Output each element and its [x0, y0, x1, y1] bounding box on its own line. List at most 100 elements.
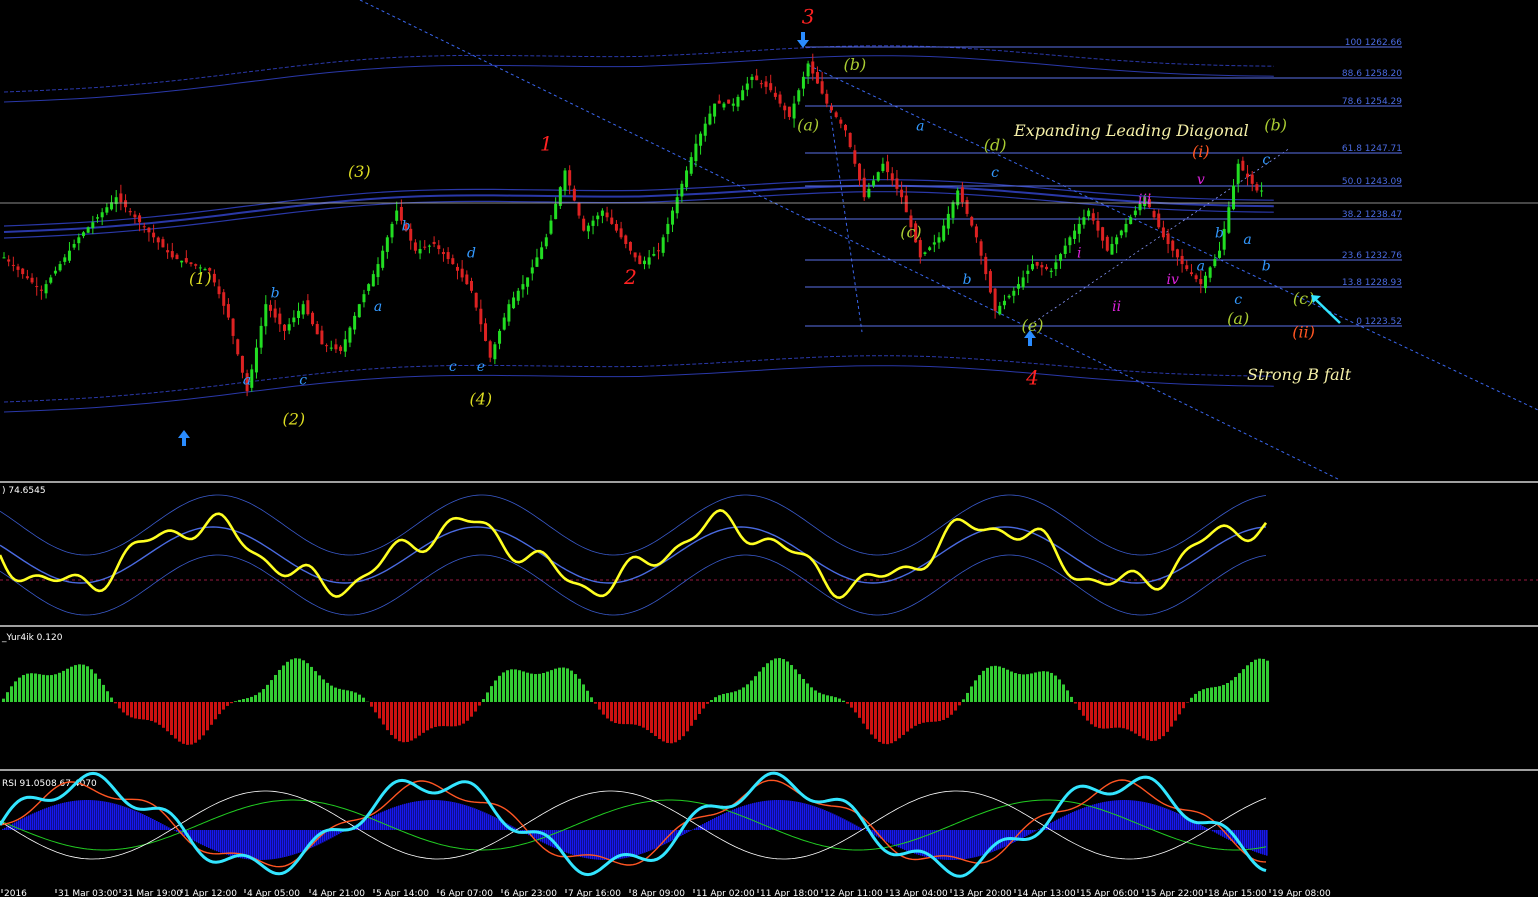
candle-body [600, 210, 604, 216]
rsi-hist-bar [568, 830, 570, 854]
hist-bar [146, 702, 149, 721]
rsi-hist-bar [208, 830, 210, 848]
rsi-hist-bar [740, 806, 742, 830]
hist-bar [1174, 702, 1177, 721]
candle-body [1026, 270, 1030, 274]
hist-bar [930, 702, 933, 722]
rsi-hist-bar [834, 814, 836, 830]
rsi-hist-bar [780, 800, 782, 830]
rsi-hist-bar [142, 814, 144, 830]
hist-bar [390, 702, 393, 736]
hist-bar [646, 702, 649, 731]
hist-bar [174, 702, 177, 739]
hist-bar [738, 689, 741, 702]
candle-body [586, 225, 590, 232]
hist-bar [470, 702, 473, 717]
hist-bar [130, 702, 133, 718]
hist-bar [1082, 702, 1085, 716]
hist-bar [1258, 658, 1261, 702]
candle-body [7, 259, 11, 262]
candle-body [184, 258, 188, 263]
hist-bar [10, 686, 13, 702]
hist-bar [110, 697, 113, 702]
rsi-hist-bar [936, 830, 938, 859]
rsi-hist-bar [372, 816, 374, 830]
candle-body [970, 216, 974, 226]
rsi-hist-bar [332, 830, 334, 838]
candle-body [166, 250, 170, 253]
hist-bar [126, 702, 129, 716]
wave-label: (b) [843, 55, 866, 74]
hist-bar [22, 675, 25, 702]
rsi-hist-bar [294, 830, 296, 855]
rsi-hist-bar [278, 830, 280, 859]
rsi-hist-bar [398, 805, 400, 830]
time-axis: 2016 31 Mar 03:00 31 Mar 19:00 1 Apr 12:00 4… [1, 889, 1331, 897]
rsi-hist-bar [1060, 817, 1062, 830]
hist-bar [1038, 671, 1041, 702]
rsi-hist-bar [70, 801, 72, 830]
diagonal-title: Expanding Leading Diagonal [1013, 121, 1249, 140]
rsi-hist-bar [950, 830, 952, 860]
rsi-hist-bar [166, 826, 168, 830]
hist-bar [234, 701, 237, 702]
candle-body [1180, 255, 1184, 265]
rsi-hist-bar [642, 830, 644, 854]
rsi-hist-bar [484, 812, 486, 830]
candle-body [21, 268, 25, 275]
rsi-hist-bar [126, 807, 128, 830]
time-label: 2016 [4, 889, 27, 897]
hist-bar [70, 666, 73, 702]
rsi-hist-bar [432, 800, 434, 830]
rsi-hist-bar [690, 830, 692, 831]
hist-bar [50, 675, 53, 702]
rsi-hist-bar [262, 830, 264, 860]
price-channel [3, 0, 1538, 481]
rsi-hist-bar [456, 802, 458, 830]
candle-body [357, 304, 361, 318]
hist-bar [594, 702, 597, 704]
candle-body [577, 203, 581, 216]
rsi-hist-bar [36, 811, 38, 830]
rsi-hist-bar [406, 803, 408, 830]
hist-bar [106, 691, 109, 702]
rsi-hist-bar [1264, 830, 1266, 856]
hist-bar [578, 678, 581, 702]
hist-bar [422, 702, 425, 733]
rsi-hist-bar [300, 830, 302, 853]
time-label: 4 Apr 05:00 [247, 889, 300, 897]
rsi-hist-bar [1214, 830, 1216, 833]
candle-body [829, 106, 833, 111]
candle-body [699, 133, 703, 146]
hist-bar [1138, 702, 1141, 737]
rsi-hist-bar [252, 830, 254, 860]
rsi-hist-bar [292, 830, 294, 855]
hist-bar [618, 702, 621, 724]
rsi-hist-bar [330, 830, 332, 839]
rsi-hist-bar [1180, 814, 1182, 830]
hist-bar [1078, 702, 1081, 710]
rsi-hist-bar [582, 830, 584, 858]
hist-bar [554, 668, 557, 702]
candle-body [778, 94, 782, 104]
candle-body [25, 276, 29, 279]
rsi-hist-bar [980, 830, 982, 856]
hist-bar [338, 688, 341, 702]
fib-label: 23.6 1232.76 [1342, 251, 1402, 261]
hist-bar [1210, 687, 1213, 702]
hist-bar [1154, 702, 1157, 741]
hist-bar [294, 658, 297, 702]
arrow-down-icon [797, 32, 809, 48]
candle-body [839, 119, 843, 124]
candle-body [1063, 245, 1067, 254]
rsi-hist-bar [1130, 800, 1132, 830]
candle-body [488, 341, 492, 358]
candle-body [189, 262, 193, 265]
rsi-hist-bar [646, 830, 648, 852]
rsi-hist-bar [792, 801, 794, 830]
rsi-panel [0, 771, 1268, 878]
candle-body [844, 124, 847, 131]
candle-body [44, 284, 48, 294]
rsi-hist-bar [218, 830, 220, 852]
candle-body [1218, 250, 1221, 258]
